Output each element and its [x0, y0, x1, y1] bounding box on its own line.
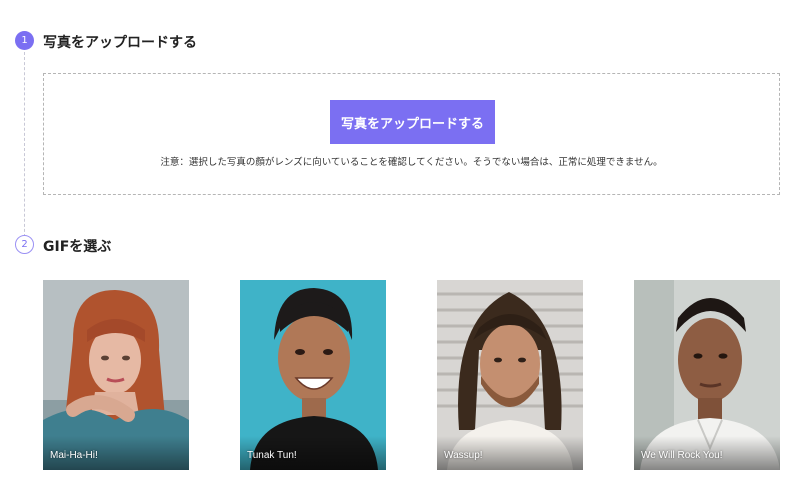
gif-option-card[interactable]: Tunak Tun!: [240, 280, 386, 470]
gif-caption: Wassup!: [444, 450, 483, 461]
step-2-badge: 2: [15, 235, 34, 254]
gif-option-card[interactable]: Mai-Ha-Hi!: [43, 280, 189, 470]
gif-maker-page: 1 写真をアップロードする 写真をアップロードする 注意：選択した写真の顔がレン…: [0, 0, 800, 500]
step-1-title: 写真をアップロードする: [43, 35, 197, 51]
upload-photo-button[interactable]: 写真をアップロードする: [330, 100, 495, 144]
gif-option-card[interactable]: We Will Rock You!: [634, 280, 780, 470]
gif-option-card[interactable]: Wassup!: [437, 280, 583, 470]
step-1-badge: 1: [15, 31, 34, 50]
gif-caption: We Will Rock You!: [641, 450, 723, 461]
upload-note: 注意：選択した写真の顔がレンズに向いていることを確認してください。そうでない場合…: [160, 157, 663, 168]
gif-caption: Tunak Tun!: [247, 450, 297, 461]
step-2-title: GIFを選ぶ: [43, 239, 112, 255]
gif-caption: Mai-Ha-Hi!: [50, 450, 98, 461]
step-connector-line: [24, 52, 25, 242]
upload-dropzone[interactable]: 写真をアップロードする 注意：選択した写真の顔がレンズに向いていることを確認して…: [43, 73, 780, 195]
